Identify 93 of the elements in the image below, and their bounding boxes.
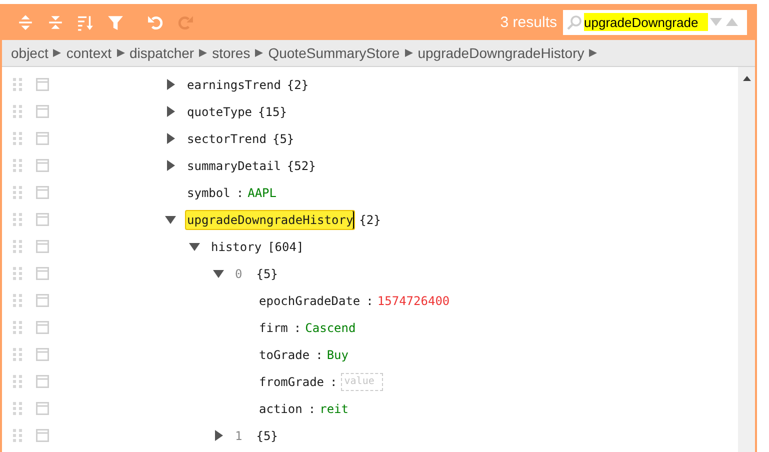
breadcrumb-item[interactable]: context	[66, 45, 112, 61]
key-text: action	[258, 400, 304, 418]
expand-arrow-icon[interactable]	[165, 106, 176, 117]
value-text: Cascend	[305, 320, 356, 334]
breadcrumb-arrow-icon	[588, 48, 598, 58]
row-menu-icon[interactable]	[36, 159, 49, 172]
breadcrumb-arrow-icon	[52, 48, 62, 58]
collapse-arrow-icon[interactable]	[213, 268, 224, 279]
drag-handle-icon[interactable]	[13, 105, 22, 118]
row-menu-icon[interactable]	[36, 321, 49, 334]
row-menu-icon[interactable]	[36, 267, 49, 280]
row-menu-icon[interactable]	[36, 429, 49, 442]
count-text: {5}	[256, 428, 278, 442]
breadcrumb-arrow-icon	[198, 48, 208, 58]
key-text: history	[210, 238, 263, 256]
key-text: upgradeDowngradeHistory	[185, 210, 356, 230]
breadcrumb-item[interactable]: stores	[212, 45, 250, 61]
expand-arrows-icon	[16, 14, 34, 30]
expand-arrow-icon[interactable]	[165, 79, 176, 90]
breadcrumb-item[interactable]: upgradeDowngradeHistory	[418, 45, 584, 61]
key-text: toGrade	[258, 346, 311, 364]
value-field[interactable]: value	[341, 372, 384, 390]
count-text: {52}	[286, 158, 316, 172]
separator-text: :	[330, 374, 338, 388]
row-menu-icon[interactable]	[36, 105, 49, 118]
row-menu-icon[interactable]	[36, 213, 49, 226]
scroll-up-icon[interactable]	[742, 76, 750, 81]
sort-icon	[76, 14, 94, 30]
row-menu-icon[interactable]	[36, 348, 49, 361]
key-text: epochGradeDate	[258, 292, 362, 310]
value-text: reit	[320, 402, 348, 416]
value-text: 1574726400	[377, 294, 450, 308]
collapse-arrow-icon[interactable]	[189, 241, 200, 252]
count-text: {5}	[272, 132, 294, 146]
key-text: firm	[258, 320, 289, 336]
row-menu-icon[interactable]	[36, 402, 49, 415]
separator-text: :	[294, 320, 302, 334]
drag-handle-icon[interactable]	[13, 267, 22, 280]
count-text: {5}	[256, 266, 278, 280]
breadcrumb-item[interactable]: QuoteSummaryStore	[268, 45, 400, 61]
key-text: summaryDetail	[186, 158, 282, 174]
expand-arrow-icon[interactable]	[213, 430, 224, 441]
filter-icon	[106, 14, 124, 30]
drag-handle-icon[interactable]	[13, 348, 22, 361]
count-text: [604]	[268, 240, 304, 254]
undo-icon	[146, 14, 164, 30]
drag-handle-icon[interactable]	[13, 294, 22, 307]
breadcrumb-item[interactable]: object	[11, 45, 48, 61]
search-icon	[567, 14, 582, 30]
count-text: {2}	[286, 78, 309, 92]
drag-handle-icon[interactable]	[13, 402, 22, 415]
row-menu-icon[interactable]	[36, 294, 49, 307]
drag-handle-icon[interactable]	[13, 186, 22, 199]
value-text: AAPL	[248, 186, 276, 200]
row-menu-icon[interactable]	[36, 240, 49, 253]
drag-handle-icon[interactable]	[13, 240, 22, 253]
key-text: symbol	[186, 184, 232, 202]
drag-handle-icon[interactable]	[13, 429, 22, 442]
breadcrumb-arrow-icon	[404, 48, 414, 58]
separator-text: :	[366, 294, 374, 308]
results-count: 3 results	[500, 14, 557, 30]
value-text: Buy	[326, 348, 348, 362]
breadcrumb-arrow-icon	[116, 48, 126, 58]
breadcrumb-arrow-icon	[254, 48, 264, 58]
key-text: earningsTrend	[186, 76, 282, 94]
row-menu-icon[interactable]	[36, 78, 49, 91]
key-text: sectorTrend	[186, 130, 268, 148]
collapse-arrows-icon	[46, 14, 64, 30]
row-menu-icon[interactable]	[36, 375, 49, 388]
drag-handle-icon[interactable]	[13, 78, 22, 91]
drag-handle-icon[interactable]	[13, 321, 22, 334]
drag-handle-icon[interactable]	[13, 213, 22, 226]
drag-handle-icon[interactable]	[13, 132, 22, 145]
scrollbar[interactable]	[738, 67, 755, 452]
redo-icon	[176, 14, 194, 30]
breadcrumb-item[interactable]: dispatcher	[130, 45, 194, 61]
separator-text: :	[308, 402, 316, 416]
drag-handle-icon[interactable]	[13, 159, 22, 172]
key-text: fromGrade	[258, 374, 326, 390]
row-menu-icon[interactable]	[36, 186, 49, 199]
separator-text: :	[236, 186, 244, 200]
separator-text: :	[316, 348, 323, 362]
expand-arrow-icon[interactable]	[165, 160, 176, 171]
key-text: quoteType	[186, 104, 254, 120]
search-field[interactable]: upgradeDowngrade	[563, 10, 747, 34]
index-text: 1	[234, 428, 244, 444]
count-text: {15}	[258, 104, 287, 118]
drag-handle-icon[interactable]	[13, 375, 22, 388]
expand-arrow-icon[interactable]	[165, 133, 176, 144]
count-text: {2}	[359, 212, 381, 226]
index-text: 0	[234, 266, 244, 282]
collapse-arrow-icon[interactable]	[165, 214, 176, 225]
row-menu-icon[interactable]	[36, 132, 49, 145]
